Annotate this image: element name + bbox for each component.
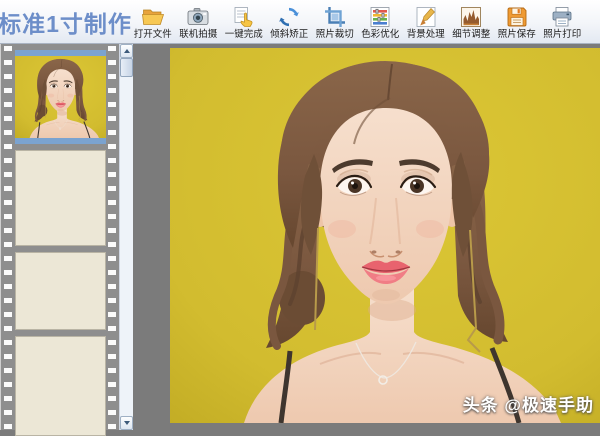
filmstrip-frame-empty — [15, 336, 106, 436]
toolbar-button-crop[interactable]: 照片裁切 — [312, 0, 358, 43]
toolbar-button-label: 打开文件 — [134, 30, 172, 40]
scroll-up-button[interactable] — [120, 44, 133, 58]
filmstrip-frame-selected[interactable] — [15, 50, 106, 144]
scrollbar-thumb[interactable] — [120, 58, 133, 77]
arrow-down-icon — [124, 421, 130, 425]
content-area: 头条 @极速手助 — [0, 44, 600, 430]
filmstrip-sidebar — [0, 44, 119, 430]
open-file-folder-icon — [141, 5, 165, 29]
camera-icon — [186, 5, 210, 29]
arrow-up-icon — [124, 49, 130, 53]
filmstrip-frames — [15, 44, 106, 430]
toolbar-button-label: 细节调整 — [452, 30, 490, 40]
selection-bar-bottom — [15, 138, 106, 144]
toolbar-button-tilt-correct[interactable]: 倾斜矫正 — [267, 0, 313, 43]
toolbar-button-color-optimize[interactable]: 色彩优化 — [358, 0, 404, 43]
photo-preview[interactable] — [170, 48, 600, 423]
detail-histogram-icon — [459, 5, 483, 29]
scroll-down-button[interactable] — [120, 416, 133, 430]
toolbar-button-one-click-finish[interactable]: 一键完成 — [221, 0, 267, 43]
color-sliders-icon — [368, 5, 392, 29]
toolbar-button-label: 照片打印 — [543, 30, 581, 40]
tilt-correct-rotate-icon — [277, 5, 301, 29]
toolbar-button-label: 联机拍摄 — [179, 30, 217, 40]
toolbar-button-label: 色彩优化 — [361, 30, 399, 40]
toolbar-button-save-photo[interactable]: 照片保存 — [494, 0, 540, 43]
film-sprocket-holes-right — [108, 46, 116, 430]
toolbar-button-label: 照片保存 — [498, 30, 536, 40]
toolbar-button-label: 倾斜矫正 — [270, 30, 308, 40]
toolbar: 标准1寸制作 打开文件 联机拍摄 一键完成 倾斜矫正 照片裁切 色彩优化 背景处… — [0, 0, 600, 44]
toolbar-button-print-photo[interactable]: 照片打印 — [540, 0, 586, 43]
toolbar-button-label: 背景处理 — [407, 30, 445, 40]
toolbar-button-open-file[interactable]: 打开文件 — [130, 0, 176, 43]
toolbar-button-detail-adjust[interactable]: 细节调整 — [449, 0, 495, 43]
one-click-hand-icon — [232, 5, 256, 29]
film-sprocket-holes-left — [4, 46, 12, 430]
toolbar-button-label: 一键完成 — [225, 30, 263, 40]
watermark: 头条 @极速手助 — [463, 391, 594, 416]
app-title: 标准1寸制作 — [0, 0, 130, 43]
save-floppy-icon — [505, 5, 529, 29]
background-brush-icon — [414, 5, 438, 29]
photo-canvas[interactable]: 头条 @极速手助 — [133, 44, 600, 430]
crop-icon — [323, 5, 347, 29]
sidebar-scrollbar[interactable] — [119, 44, 133, 430]
toolbar-button-label: 照片裁切 — [316, 30, 354, 40]
photo-thumbnail[interactable] — [15, 56, 106, 138]
printer-icon — [550, 5, 574, 29]
toolbar-button-background-process[interactable]: 背景处理 — [403, 0, 449, 43]
toolbar-button-camera-capture[interactable]: 联机拍摄 — [176, 0, 222, 43]
filmstrip-frame-empty — [15, 150, 106, 246]
filmstrip-frame-empty — [15, 252, 106, 330]
